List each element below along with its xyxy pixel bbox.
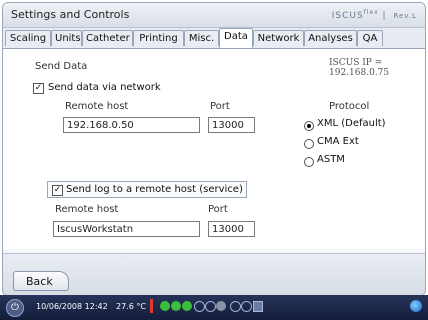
section-title: Send Data: [35, 61, 88, 72]
tab-catheter[interactable]: Catheter: [82, 30, 133, 46]
tab-analyses[interactable]: Analyses: [304, 30, 357, 46]
tab-bar: Scaling Units Catheter Printing Misc. Da…: [3, 28, 425, 49]
protocol-cma-radio[interactable]: [304, 139, 314, 149]
tab-printing[interactable]: Printing: [133, 30, 184, 46]
analyzer-status-icon-2: [171, 301, 181, 311]
analyzer-status-icon-4: [194, 301, 205, 312]
analyzer-status-icon-5: [205, 301, 216, 312]
protocol-astm-label: ASTM: [317, 154, 345, 165]
log-remote-host-input[interactable]: IscusWorkstatn: [53, 221, 200, 237]
tab-network[interactable]: Network: [253, 30, 304, 46]
brand-name: ISCUS: [331, 11, 364, 21]
port-label: Port: [210, 101, 230, 112]
power-icon[interactable]: ⏻: [6, 299, 24, 317]
tab-scaling[interactable]: Scaling: [5, 30, 51, 46]
log-port-input[interactable]: 13000: [208, 221, 255, 237]
data-settings-panel: Send Data ISCUS IP = 192.168.0.75 ✓ Send…: [3, 49, 425, 249]
send-network-label: Send data via network: [48, 82, 161, 93]
analyzer-status-icon-3: [182, 301, 192, 311]
status-bar: ⏻ 10/06/2008 12:42 27.6 °C: [0, 295, 428, 320]
protocol-label: Protocol: [329, 101, 370, 112]
printer-icon: [253, 301, 263, 312]
settings-window: Settings and Controls ISCUSflex | Rev.L …: [2, 2, 426, 296]
send-log-label: Send log to a remote host (service): [66, 184, 243, 195]
status-datetime: 10/06/2008 12:42: [36, 302, 108, 311]
tab-units[interactable]: Units: [51, 30, 82, 46]
protocol-astm-radio[interactable]: [304, 157, 314, 167]
tab-qa[interactable]: QA: [357, 30, 383, 46]
remote-host-label: Remote host: [65, 101, 129, 112]
send-network-checkbox[interactable]: ✓: [33, 83, 44, 94]
protocol-cma-label: CMA Ext: [317, 136, 359, 147]
tab-misc[interactable]: Misc.: [184, 30, 219, 46]
analyzer-status-icon-1: [160, 301, 170, 311]
log-remote-host-label: Remote host: [55, 204, 119, 215]
ip-info: ISCUS IP = 192.168.0.75: [329, 58, 390, 78]
analyzer-status-icon-8: [241, 301, 252, 312]
protocol-xml-radio[interactable]: [304, 121, 314, 131]
brand-sup: flex: [363, 9, 379, 16]
analyzer-status-icon-7: [230, 301, 241, 312]
tab-data[interactable]: Data: [219, 28, 253, 48]
log-port-label: Port: [208, 204, 228, 215]
title-bar: Settings and Controls ISCUSflex | Rev.L: [3, 3, 425, 28]
globe-icon: [410, 300, 422, 312]
port-input[interactable]: 13000: [208, 117, 255, 133]
back-button[interactable]: Back: [13, 271, 69, 291]
remote-host-input[interactable]: 192.168.0.50: [63, 117, 200, 133]
window-title: Settings and Controls: [11, 8, 130, 21]
status-temperature: 27.6 °C: [116, 302, 146, 311]
send-log-checkbox[interactable]: ✓: [52, 185, 63, 196]
protocol-xml-label: XML (Default): [317, 118, 386, 129]
analyzer-status-icon-6: [216, 301, 226, 311]
revision-label: Rev.L: [393, 12, 417, 20]
alarm-indicator-icon: [150, 299, 153, 313]
brand-logo: ISCUSflex | Rev.L: [331, 9, 417, 21]
